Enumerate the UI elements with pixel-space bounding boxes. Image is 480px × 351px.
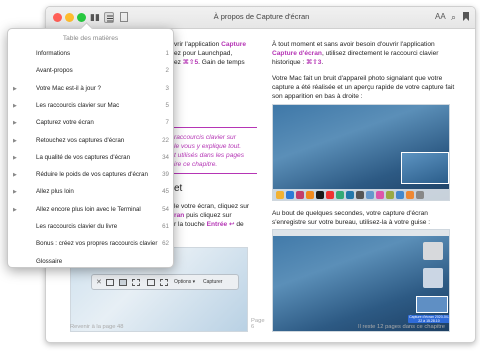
toc-item[interactable]: Bonus : créez vos propres raccourcis cla…: [8, 236, 175, 253]
toc-item-label: Allez encore plus loin avec le Terminal: [36, 205, 141, 213]
toc-item[interactable]: ▶ Capturez votre écran 7: [8, 115, 175, 132]
disclosure-triangle-icon[interactable]: ▶: [13, 120, 17, 126]
left-paragraph-1: vrir l'application Capture ez pour Launc…: [174, 41, 246, 66]
toc-item[interactable]: ▶ Votre Mac est-il à jour ? 3: [8, 81, 175, 98]
menu-bar: [273, 230, 449, 236]
disclosure-triangle-icon[interactable]: ▶: [13, 86, 17, 92]
toc-item-page: 34: [162, 153, 169, 161]
right-paragraph-3: Au bout de quelques secondes, votre capt…: [272, 210, 431, 226]
toc-item-label: Capturez votre écran: [36, 119, 94, 127]
toc-item-page: 45: [162, 188, 169, 196]
capture-toolbar: ✕ Options ▾ Capturer: [91, 274, 239, 290]
screenshot-file-icon: [416, 296, 448, 313]
window-title: À propos de Capture d'écran: [213, 12, 310, 21]
dock-app-icon: [366, 191, 374, 199]
toc-item[interactable]: Informations 1: [8, 46, 175, 63]
toc-item[interactable]: ▶ Allez plus loin 45: [8, 184, 175, 201]
toc-item-page: 1: [165, 50, 169, 57]
toc-item-label: Les raccourcis clavier sur Mac: [36, 101, 120, 109]
toc-item-label: Les raccourcis clavier du livre: [36, 223, 118, 230]
folder-icon: [423, 268, 443, 288]
toc-item[interactable]: Glossaire: [8, 254, 175, 271]
toc-item-label: Allez plus loin: [36, 188, 74, 196]
toc-item-page: 5: [165, 101, 169, 109]
font-size-button[interactable]: AA: [435, 11, 446, 23]
desktop-preview-screenshot: [272, 104, 450, 201]
dock-app-icon: [286, 191, 294, 199]
capture-selection-icon: [132, 279, 140, 286]
dock-app-icon: [406, 191, 414, 199]
toc-item-label: Glossaire: [36, 257, 63, 265]
toc-item-label: Informations: [36, 50, 71, 57]
right-page: À tout moment et sans avoir besoin d'ouv…: [262, 29, 475, 342]
dock-app-icon: [386, 191, 394, 199]
disclosure-triangle-icon[interactable]: ▶: [13, 155, 17, 161]
toc-item[interactable]: ▶ Les raccourcis clavier sur Mac 5: [8, 98, 175, 115]
dock-app-icon: [336, 191, 344, 199]
dock-app-icon: [416, 191, 424, 199]
close-icon: ✕: [96, 279, 102, 286]
options-label: Options ▾: [174, 279, 196, 285]
right-paragraph-1: À tout moment et sans avoir besoin d'ouv…: [272, 41, 439, 66]
toc-item-page: 22: [162, 136, 169, 144]
right-paragraph-2: Votre Mac fait un bruit d'appareil photo…: [272, 75, 455, 100]
dock-app-icon: [356, 191, 364, 199]
title-bar: ▮▮ À propos de Capture d'écran AA ⌕: [46, 7, 475, 29]
toc-item-label: Avant-propos: [36, 67, 73, 75]
toc-item-page: 2: [165, 67, 169, 75]
right-footer: Il reste 12 pages dans ce chapitre: [358, 324, 446, 330]
dock-app-icon: [296, 191, 304, 199]
dock-app-icon: [326, 191, 334, 199]
note-divider-bottom: [170, 173, 257, 174]
toc-item[interactable]: Les raccourcis clavier du livre 61: [8, 219, 175, 236]
toc-item[interactable]: Avant-propos 2: [8, 63, 175, 80]
toc-item-page: 62: [162, 240, 169, 248]
toc-item-label: Votre Mac est-il à jour ?: [36, 84, 101, 92]
dock-app-icon: [306, 191, 314, 199]
toc-item-label: Bonus : créez vos propres raccourcis cla…: [36, 240, 158, 248]
toc-item-page: 7: [165, 119, 169, 127]
toc-title: Table des matières: [62, 35, 119, 42]
hard-disk-icon: [423, 242, 443, 260]
record-selection-icon: [160, 279, 168, 286]
toc-item-page: 39: [162, 171, 169, 179]
desktop-file-screenshot: Capture d'écran 2020-04-22 à 15.28.10: [272, 229, 450, 332]
dock-app-icon: [276, 191, 284, 199]
thumbnail-preview: [401, 152, 449, 184]
table-of-contents-popover: Table des matières Informations 1 Avant-pr…: [7, 22, 175, 271]
screenshot-file-label: Capture d'écran 2020-04-22 à 15.28.10: [408, 315, 449, 323]
toc-item[interactable]: ▶ Retouchez vos captures d'écran 22: [8, 133, 175, 150]
capture-screen-icon: [106, 279, 114, 286]
section-heading: et: [174, 183, 183, 194]
disclosure-triangle-icon[interactable]: ▶: [13, 207, 17, 213]
dock-app-icon: [346, 191, 354, 199]
disclosure-triangle-icon[interactable]: ▶: [13, 103, 17, 109]
toc-item-label: Réduire le poids de vos captures d'écran: [36, 171, 148, 179]
note-divider-top: [170, 127, 257, 128]
toc-item-label: Retouchez vos captures d'écran: [36, 136, 125, 144]
toc-item-page: 61: [162, 223, 169, 230]
toc-item-page: 54: [162, 205, 169, 213]
dock: [273, 189, 449, 200]
dock-app-icon: [396, 191, 404, 199]
toc-item[interactable]: ▶ La qualité de vos captures d'écran 34: [8, 150, 175, 167]
left-paragraph-2: le votre écran, cliquez sur ran puis cli…: [174, 203, 250, 228]
dock-app-icon: [316, 191, 324, 199]
left-note: raccourcis clavier sur le vous y expliqu…: [174, 134, 245, 168]
toc-item-page: 3: [165, 84, 169, 92]
toc-item[interactable]: ▶ Allez encore plus loin avec le Terminal…: [8, 202, 175, 219]
capture-window-icon: [119, 279, 127, 286]
disclosure-triangle-icon[interactable]: ▶: [13, 172, 17, 178]
disclosure-triangle-icon[interactable]: ▶: [13, 138, 17, 144]
toc-item-label: La qualité de vos captures d'écran: [36, 153, 131, 161]
dock-app-icon: [376, 191, 384, 199]
left-footer[interactable]: Revenir à la page 48: [70, 324, 124, 330]
toc-item[interactable]: ▶ Réduire le poids de vos captures d'écra…: [8, 167, 175, 184]
search-icon[interactable]: ⌕: [451, 11, 456, 23]
disclosure-triangle-icon[interactable]: ▶: [13, 189, 17, 195]
record-screen-icon: [147, 279, 155, 286]
capture-label: Capturer: [203, 279, 223, 285]
